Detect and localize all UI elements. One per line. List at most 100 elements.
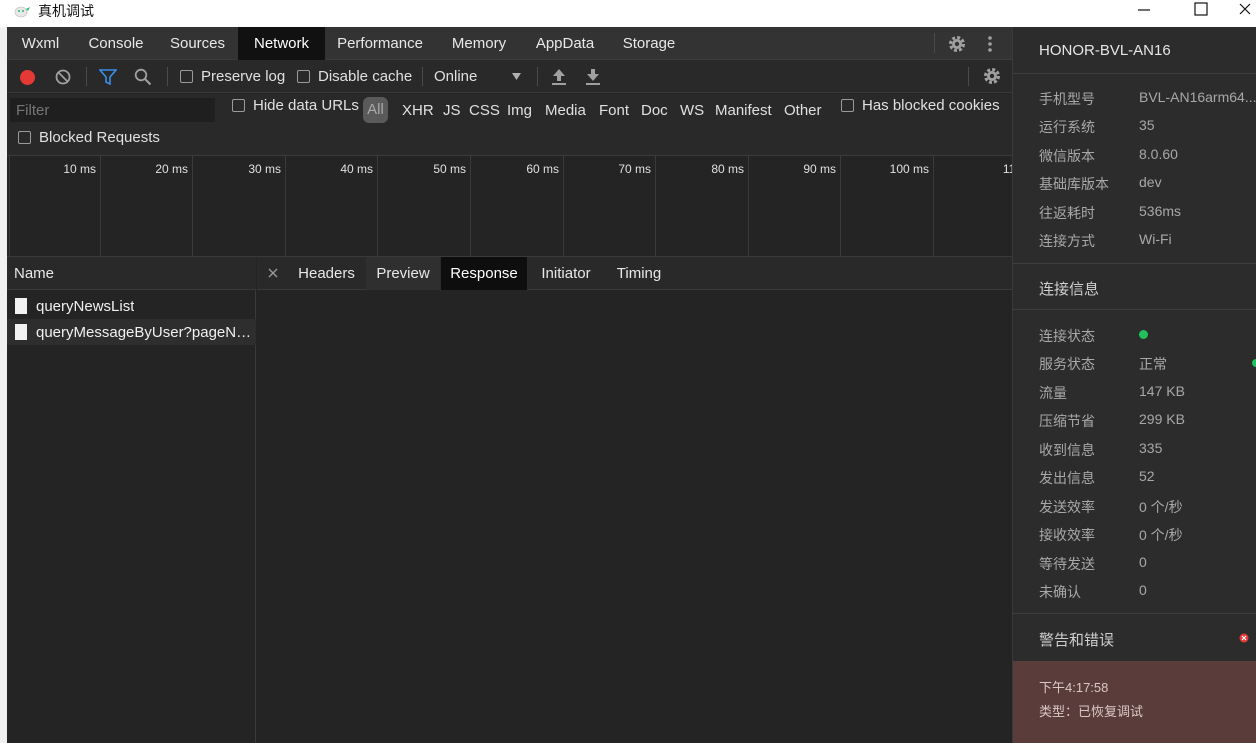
throttling-select[interactable]: Online bbox=[434, 60, 526, 93]
connection-section-title[interactable]: 连接信息 bbox=[1039, 278, 1099, 299]
tab-memory[interactable]: Memory bbox=[443, 27, 515, 60]
service-status-dot bbox=[1252, 359, 1256, 367]
filter-type-other[interactable]: Other bbox=[784, 100, 822, 122]
tab-preview[interactable]: Preview bbox=[366, 257, 440, 290]
tab-wxml[interactable]: Wxml bbox=[11, 27, 70, 60]
timeline-gridline bbox=[563, 156, 564, 257]
settings-gear-icon[interactable] bbox=[947, 34, 967, 54]
checkbox-box[interactable] bbox=[841, 98, 854, 112]
timeline-tick-label: 50 ms bbox=[433, 162, 466, 176]
device-name: HONOR-BVL-AN16 bbox=[1039, 42, 1171, 59]
info-row: 等待发送 0 bbox=[1013, 554, 1256, 574]
more-options-icon[interactable] bbox=[987, 35, 993, 53]
tab-initiator[interactable]: Initiator bbox=[533, 257, 599, 290]
name-column-header[interactable]: Name bbox=[7, 257, 256, 290]
checkbox-box[interactable] bbox=[232, 98, 245, 112]
info-value: Wi-Fi bbox=[1139, 231, 1172, 247]
info-value: 0 个/秒 bbox=[1139, 527, 1183, 543]
info-label: 基础库版本 bbox=[1039, 176, 1109, 192]
checkbox-box[interactable] bbox=[180, 70, 193, 83]
has-blocked-cookies-checkbox[interactable]: Has blocked cookies bbox=[841, 92, 1000, 118]
info-value: 299 KB bbox=[1139, 411, 1185, 427]
preserve-log-label: Preserve log bbox=[201, 68, 286, 85]
disable-cache-checkbox[interactable]: Disable cache bbox=[297, 60, 412, 93]
toolbar-separator bbox=[537, 67, 538, 86]
info-label: 发送效率 bbox=[1039, 499, 1095, 515]
info-label: 未确认 bbox=[1039, 584, 1081, 600]
close-detail-icon[interactable] bbox=[268, 268, 278, 278]
info-label: 运行系统 bbox=[1039, 119, 1095, 135]
tab-sources[interactable]: Sources bbox=[160, 27, 235, 60]
timeline-tick-label: 30 ms bbox=[248, 162, 281, 176]
filter-icon[interactable] bbox=[99, 69, 117, 85]
info-label: 连接状态 bbox=[1039, 328, 1095, 344]
filter-type-doc[interactable]: Doc bbox=[641, 100, 668, 122]
tab-timing[interactable]: Timing bbox=[611, 257, 667, 290]
preserve-log-checkbox[interactable]: Preserve log bbox=[180, 60, 285, 93]
filter-type-xhr[interactable]: XHR bbox=[402, 100, 434, 122]
chevron-down-icon bbox=[512, 73, 521, 80]
warning-type: 类型：已恢复调试 bbox=[1039, 704, 1144, 719]
checkbox-box[interactable] bbox=[297, 70, 310, 83]
has-blocked-cookies-label: Has blocked cookies bbox=[862, 96, 1000, 114]
info-label: 手机型号 bbox=[1039, 91, 1095, 107]
filter-all-button[interactable]: All bbox=[363, 97, 388, 123]
tab-appdata[interactable]: AppData bbox=[527, 27, 603, 60]
info-label: 连接方式 bbox=[1039, 233, 1095, 249]
info-value: 0 个/秒 bbox=[1139, 499, 1183, 515]
info-row: 微信版本 8.0.60 bbox=[1013, 146, 1256, 166]
tab-network[interactable]: Network bbox=[238, 27, 325, 60]
record-icon[interactable] bbox=[19, 69, 36, 86]
clear-icon[interactable] bbox=[55, 69, 71, 85]
tab-console[interactable]: Console bbox=[77, 27, 155, 60]
tab-storage[interactable]: Storage bbox=[614, 27, 684, 60]
device-info-panel: HONOR-BVL-AN16 手机型号 BVL-AN16arm64... 运行系统… bbox=[1012, 27, 1256, 743]
filter-input[interactable] bbox=[10, 98, 215, 122]
info-row: 压缩节省 299 KB bbox=[1013, 411, 1256, 431]
filter-type-font[interactable]: Font bbox=[599, 100, 629, 122]
timeline-tick-label: 20 ms bbox=[155, 162, 188, 176]
network-toolbar: Preserve log Disable cache Online bbox=[7, 60, 1012, 93]
filter-type-ws[interactable]: WS bbox=[680, 100, 704, 122]
tab-headers[interactable]: Headers bbox=[292, 257, 361, 290]
import-har-icon[interactable] bbox=[551, 68, 567, 85]
export-har-icon[interactable] bbox=[585, 68, 601, 85]
window-title: 真机调试 bbox=[38, 3, 94, 19]
hide-data-urls-checkbox[interactable]: Hide data URLs bbox=[232, 92, 359, 118]
blocked-requests-checkbox[interactable]: Blocked Requests bbox=[18, 124, 160, 150]
timeline-gridline bbox=[655, 156, 656, 257]
timeline-gridline bbox=[470, 156, 471, 257]
filter-type-img[interactable]: Img bbox=[507, 100, 532, 122]
toolbar-separator bbox=[86, 67, 87, 86]
filter-type-manifest[interactable]: Manifest bbox=[715, 100, 772, 122]
connection-status-dot bbox=[1139, 330, 1148, 339]
network-timeline-overview[interactable]: 10 ms 20 ms 30 ms 40 ms 50 ms 60 ms 70 ms 80 ms… bbox=[7, 156, 1022, 257]
filter-type-media[interactable]: Media bbox=[545, 100, 586, 122]
timeline-tick-label: 100 ms bbox=[889, 162, 929, 176]
minimize-button[interactable] bbox=[1124, 0, 1164, 18]
document-icon bbox=[15, 324, 27, 340]
info-row: 接收效率 0 个/秒 bbox=[1013, 525, 1256, 545]
request-row[interactable]: queryNewsList bbox=[7, 293, 256, 319]
info-value: 0 bbox=[1139, 582, 1147, 598]
warnings-section-title[interactable]: 警告和错误 bbox=[1039, 629, 1114, 650]
request-name: queryNewsList bbox=[36, 297, 135, 315]
checkbox-box[interactable] bbox=[18, 130, 31, 144]
timeline-gridline bbox=[840, 156, 841, 257]
filter-type-js[interactable]: JS bbox=[443, 100, 461, 122]
maximize-button[interactable] bbox=[1181, 0, 1221, 18]
timeline-tick-label: 70 ms bbox=[618, 162, 651, 176]
filter-type-css[interactable]: CSS bbox=[469, 100, 500, 122]
search-icon[interactable] bbox=[134, 68, 152, 86]
info-label: 服务状态 bbox=[1039, 356, 1095, 372]
request-row-selected[interactable]: queryMessageByUser?pageNu... bbox=[7, 319, 256, 345]
network-settings-icon[interactable] bbox=[982, 66, 1002, 86]
tab-performance[interactable]: Performance bbox=[329, 27, 431, 60]
request-name: queryMessageByUser?pageNu... bbox=[36, 323, 256, 341]
hide-data-urls-label: Hide data URLs bbox=[253, 96, 359, 114]
devtools-panel: Wxml Console Sources Network Performance… bbox=[7, 27, 1022, 743]
info-label: 流量 bbox=[1039, 385, 1067, 401]
devtools-tab-bar: Wxml Console Sources Network Performance… bbox=[7, 27, 1012, 60]
tab-response[interactable]: Response bbox=[441, 257, 527, 290]
close-window-button[interactable] bbox=[1234, 0, 1256, 18]
